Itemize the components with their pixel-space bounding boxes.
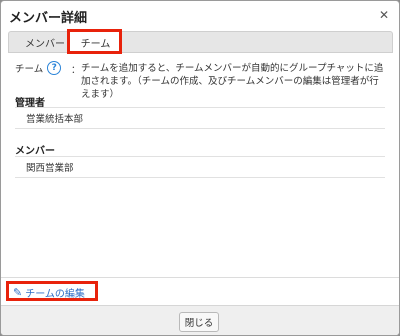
- footer-divider: [1, 277, 399, 278]
- member-team-row: 関西営業部: [15, 156, 385, 178]
- team-tab-content: チーム ? ： チームを追加すると、チームメンバーが自動的にグループチャットに追…: [8, 53, 393, 279]
- tab-team[interactable]: チーム: [69, 31, 122, 54]
- tab-members[interactable]: メンバー: [17, 32, 73, 53]
- dialog-title: メンバー詳細: [9, 10, 88, 26]
- help-icon[interactable]: ?: [47, 61, 62, 75]
- admin-team-row: 営業統括本部: [15, 107, 385, 129]
- tab-bar: メンバー チーム: [8, 31, 393, 54]
- edit-team-link-label: チームの編集: [25, 289, 85, 300]
- dialog-title-bar: メンバー詳細 ✕: [1, 1, 399, 31]
- close-button[interactable]: 閉じる: [179, 312, 219, 332]
- team-label: チーム ?: [15, 61, 62, 75]
- member-detail-dialog: メンバー詳細 ✕ メンバー チーム チーム ? ： チームを追加すると、チームメ…: [0, 0, 400, 336]
- member-team-name: 関西営業部: [26, 163, 74, 174]
- team-label-text: チーム: [15, 64, 44, 75]
- button-bar: 閉じる: [1, 305, 399, 335]
- edit-team-link[interactable]: ✎ チームの編集: [13, 285, 85, 300]
- team-description: チームを追加すると、チームメンバーが自動的にグループチャットに追加されます。（チ…: [81, 63, 384, 100]
- admin-team-name: 営業統括本部: [26, 114, 84, 125]
- member-heading: メンバー: [15, 146, 55, 157]
- close-icon[interactable]: ✕: [377, 8, 391, 22]
- label-colon: ：: [71, 65, 81, 76]
- pencil-icon: ✎: [13, 286, 23, 299]
